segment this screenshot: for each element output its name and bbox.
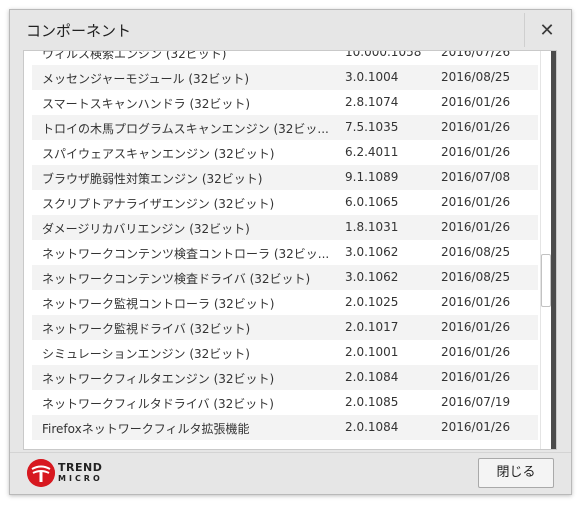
component-version: 10.000.1058 xyxy=(345,51,422,59)
component-date: 2016/01/26 xyxy=(441,145,511,159)
component-date: 2016/08/25 xyxy=(441,245,511,259)
component-name: ネットワークフィルタドライバ (32ビット) xyxy=(42,397,274,411)
table-row[interactable]: ネットワーク監視コントローラ (32ビット) 2.0.1025 2016/01/26 xyxy=(32,290,538,315)
logo-text-trend: TREND xyxy=(58,461,103,474)
component-version: 6.0.1065 xyxy=(345,195,399,209)
table-row[interactable]: ウィルス検索エンジン (32ビット) 10.000.1058 2016/07/26 xyxy=(32,51,538,65)
component-version: 3.0.1062 xyxy=(345,270,399,284)
component-date: 2016/01/26 xyxy=(441,120,511,134)
components-list[interactable]: ウィルス検索エンジン (32ビット) 10.000.1058 2016/07/26 メ… xyxy=(24,51,538,449)
component-version: 7.5.1035 xyxy=(345,120,399,134)
table-row[interactable]: シミュレーションエンジン (32ビット) 2.0.1001 2016/01/26 xyxy=(32,340,538,365)
component-version: 6.2.4011 xyxy=(345,145,399,159)
table-row[interactable]: トロイの木馬プログラムスキャンエンジン (32ビッ... 7.5.1035 2016… xyxy=(32,115,538,140)
component-name: メッセンジャーモジュール (32ビット) xyxy=(42,72,250,86)
component-version: 2.0.1025 xyxy=(345,295,399,309)
footer-divider xyxy=(10,452,571,453)
table-row[interactable]: ネットワークコンテンツ検査ドライバ (32ビット) 3.0.1062 2016/08… xyxy=(32,265,538,290)
table-row[interactable]: メッセンジャーモジュール (32ビット) 3.0.1004 2016/08/25 xyxy=(32,65,538,90)
components-rows: ウィルス検索エンジン (32ビット) 10.000.1058 2016/07/26 メ… xyxy=(32,51,538,440)
title-separator xyxy=(524,13,525,47)
component-name: ウィルス検索エンジン (32ビット) xyxy=(42,51,227,61)
trend-micro-logo-icon xyxy=(27,459,55,487)
component-name: スクリプトアナライザエンジン (32ビット) xyxy=(42,197,275,211)
component-date: 2016/08/25 xyxy=(441,70,511,84)
close-button[interactable]: 閉じる xyxy=(478,458,554,488)
table-row[interactable]: ネットワークフィルタドライバ (32ビット) 2.0.1085 2016/07/19 xyxy=(32,390,538,415)
component-date: 2016/01/26 xyxy=(441,195,511,209)
component-version: 3.0.1004 xyxy=(345,70,399,84)
components-list-panel: ウィルス検索エンジン (32ビット) 10.000.1058 2016/07/26 メ… xyxy=(23,50,557,450)
component-date: 2016/01/26 xyxy=(441,320,511,334)
table-row[interactable]: Firefoxネットワークフィルタ拡張機能 2.0.1084 2016/01/26 xyxy=(32,415,538,440)
component-date: 2016/07/26 xyxy=(441,51,511,59)
component-name: スパイウェアスキャンエンジン (32ビット) xyxy=(42,147,275,161)
component-version: 2.0.1001 xyxy=(345,345,399,359)
component-name: ダメージリカバリエンジン (32ビット) xyxy=(42,222,250,236)
table-row[interactable]: ネットワークフィルタエンジン (32ビット) 2.0.1084 2016/01/26 xyxy=(32,365,538,390)
trend-micro-logo: TREND MICRO xyxy=(27,459,107,487)
components-dialog: コンポーネント ✕ ウィルス検索エンジン (32ビット) 10.000.1058 2… xyxy=(9,9,572,495)
component-version: 2.0.1084 xyxy=(345,370,399,384)
scrollbar-thumb[interactable] xyxy=(541,254,551,307)
component-name: シミュレーションエンジン (32ビット) xyxy=(42,347,250,361)
component-date: 2016/01/26 xyxy=(441,220,511,234)
table-row[interactable]: スパイウェアスキャンエンジン (32ビット) 6.2.4011 2016/01/26 xyxy=(32,140,538,165)
component-version: 2.0.1017 xyxy=(345,320,399,334)
component-version: 3.0.1062 xyxy=(345,245,399,259)
component-date: 2016/01/26 xyxy=(441,345,511,359)
component-date: 2016/01/26 xyxy=(441,370,511,384)
component-name: ネットワークコンテンツ検査ドライバ (32ビット) xyxy=(42,272,311,286)
table-row[interactable]: スマートスキャンハンドラ (32ビット) 2.8.1074 2016/01/26 xyxy=(32,90,538,115)
component-date: 2016/07/08 xyxy=(441,170,511,184)
scrollbar-edge xyxy=(551,51,556,449)
table-row[interactable]: ネットワーク監視ドライバ (32ビット) 2.0.1017 2016/01/26 xyxy=(32,315,538,340)
component-version: 2.0.1085 xyxy=(345,395,399,409)
component-name: ネットワークコンテンツ検査コントローラ (32ビッ... xyxy=(42,247,330,261)
component-version: 2.8.1074 xyxy=(345,95,399,109)
component-name: トロイの木馬プログラムスキャンエンジン (32ビッ... xyxy=(42,122,329,136)
component-date: 2016/08/25 xyxy=(441,270,511,284)
component-date: 2016/01/26 xyxy=(441,95,511,109)
table-row[interactable]: ネットワークコンテンツ検査コントローラ (32ビッ... 3.0.1062 2016… xyxy=(32,240,538,265)
close-icon[interactable]: ✕ xyxy=(533,18,561,44)
logo-text-micro: MICRO xyxy=(58,474,103,483)
table-row[interactable]: ブラウザ脆弱性対策エンジン (32ビット) 9.1.1089 2016/07/08 xyxy=(32,165,538,190)
component-date: 2016/01/26 xyxy=(441,295,511,309)
component-date: 2016/07/19 xyxy=(441,395,511,409)
table-row[interactable]: スクリプトアナライザエンジン (32ビット) 6.0.1065 2016/01/26 xyxy=(32,190,538,215)
component-name: ネットワークフィルタエンジン (32ビット) xyxy=(42,372,275,386)
component-name: ブラウザ脆弱性対策エンジン (32ビット) xyxy=(42,172,263,186)
component-name: Firefoxネットワークフィルタ拡張機能 xyxy=(42,422,250,436)
component-version: 1.8.1031 xyxy=(345,220,399,234)
component-version: 9.1.1089 xyxy=(345,170,399,184)
title-bar: コンポーネント ✕ xyxy=(10,10,571,50)
component-name: スマートスキャンハンドラ (32ビット) xyxy=(42,97,251,111)
component-name: ネットワーク監視ドライバ (32ビット) xyxy=(42,322,251,336)
component-version: 2.0.1084 xyxy=(345,420,399,434)
table-row[interactable]: ダメージリカバリエンジン (32ビット) 1.8.1031 2016/01/26 xyxy=(32,215,538,240)
component-name: ネットワーク監視コントローラ (32ビット) xyxy=(42,297,275,311)
component-date: 2016/01/26 xyxy=(441,420,511,434)
dialog-title: コンポーネント xyxy=(26,22,132,40)
